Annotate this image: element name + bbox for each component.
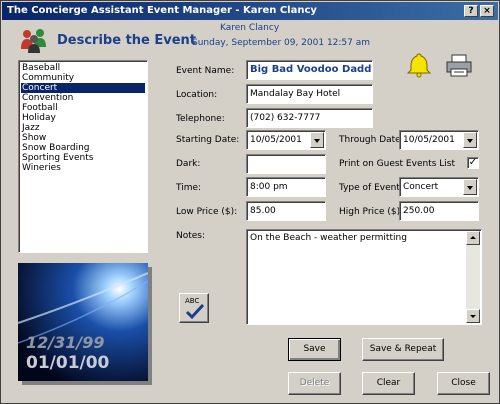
- category-item[interactable]: Wineries: [21, 163, 145, 173]
- category-item[interactable]: Community: [21, 73, 145, 83]
- location-field[interactable]: Mandalay Bay Hotel: [246, 84, 373, 104]
- through-date-dropdown-button[interactable]: [463, 132, 477, 148]
- notes-text: On the Beach - weather permitting: [250, 233, 407, 243]
- category-item[interactable]: Convention: [21, 93, 145, 103]
- scroll-up-button[interactable]: [466, 231, 480, 245]
- close-window-button[interactable]: ×: [480, 5, 494, 17]
- location-label: Location:: [176, 90, 218, 100]
- page-heading: Describe the Event: [57, 33, 197, 48]
- event-name-label: Event Name:: [176, 66, 235, 76]
- save-button[interactable]: Save: [288, 338, 341, 361]
- help-button[interactable]: ?: [464, 5, 478, 17]
- high-price-label: High Price ($):: [339, 207, 404, 217]
- promo-old-date: 12/31/99: [26, 333, 105, 352]
- scroll-down-button[interactable]: [466, 309, 480, 323]
- starting-date-label: Starting Date:: [176, 135, 240, 145]
- millennium-promo-image: 12/31/99 01/01/00: [18, 263, 148, 381]
- event-type-select[interactable]: Concert: [399, 177, 479, 197]
- category-item[interactable]: Snow Boarding: [21, 143, 145, 153]
- category-item[interactable]: Sporting Events: [21, 153, 145, 163]
- clear-button[interactable]: Clear: [362, 372, 415, 395]
- delete-button[interactable]: Delete: [288, 372, 341, 395]
- window-title: The Concierge Assistant Event Manager - …: [7, 5, 317, 16]
- current-datetime: Sunday, September 09, 2001 12:57 am: [192, 38, 371, 48]
- print-guest-checkbox[interactable]: ✓: [467, 157, 479, 169]
- telephone-field[interactable]: (702) 632-7777: [246, 108, 373, 128]
- dark-label: Dark:: [176, 159, 201, 169]
- printer-icon[interactable]: [445, 54, 473, 78]
- notes-textarea[interactable]: On the Beach - weather permitting: [246, 229, 482, 325]
- print-guest-label: Print on Guest Events List: [339, 159, 455, 169]
- title-bar: The Concierge Assistant Event Manager - …: [2, 2, 498, 20]
- event-type-value: Concert: [403, 182, 439, 192]
- starting-date-field[interactable]: 10/05/2001: [246, 130, 326, 150]
- event-type-dropdown-button[interactable]: [463, 179, 477, 195]
- category-item[interactable]: Jazz: [21, 123, 145, 133]
- notes-label: Notes:: [176, 231, 206, 241]
- spellcheck-icon: [185, 304, 205, 320]
- category-item[interactable]: Football: [21, 103, 145, 113]
- low-price-label: Low Price ($):: [176, 207, 238, 217]
- low-price-field[interactable]: 85.00: [246, 201, 326, 221]
- category-list[interactable]: Baseball Community Concert Convention Footba…: [18, 60, 148, 253]
- starting-date-dropdown-button[interactable]: [310, 132, 324, 148]
- dark-field[interactable]: [246, 154, 326, 174]
- category-item[interactable]: Holiday: [21, 113, 145, 123]
- time-label: Time:: [176, 183, 202, 193]
- category-item[interactable]: Show: [21, 133, 145, 143]
- event-name-field[interactable]: Big Bad Voodoo Daddy: [246, 60, 373, 80]
- event-manager-window: The Concierge Assistant Event Manager - …: [0, 0, 500, 404]
- save-repeat-button[interactable]: Save & Repeat: [362, 338, 444, 361]
- through-date-value: 10/05/2001: [403, 135, 455, 145]
- through-date-label: Through Date:: [339, 135, 404, 145]
- promo-new-date: 01/01/00: [26, 353, 110, 373]
- notes-scrollbar[interactable]: [466, 231, 480, 323]
- telephone-label: Telephone:: [176, 114, 225, 124]
- through-date-field[interactable]: 10/05/2001: [399, 130, 479, 150]
- starting-date-value: 10/05/2001: [250, 135, 302, 145]
- current-user: Karen Clancy: [220, 23, 280, 33]
- bell-icon[interactable]: [406, 52, 432, 78]
- close-button[interactable]: Close: [437, 372, 490, 395]
- spellcheck-button[interactable]: ABC: [179, 293, 209, 323]
- event-type-label: Type of Event:: [339, 183, 403, 193]
- category-item[interactable]: Concert: [21, 83, 145, 93]
- category-item[interactable]: Baseball: [21, 63, 145, 73]
- high-price-field[interactable]: 250.00: [399, 201, 479, 221]
- time-field[interactable]: 8:00 pm: [246, 177, 326, 197]
- people-icon: [19, 27, 49, 53]
